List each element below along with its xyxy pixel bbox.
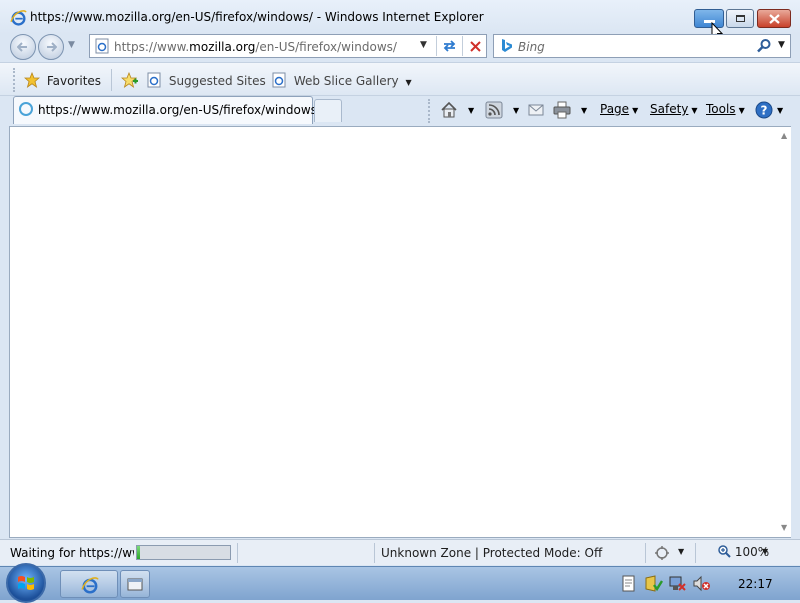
tools-menu-label: Tools xyxy=(706,102,736,116)
safety-menu-label: Safety xyxy=(650,102,689,116)
web-slice-gallery-label: Web Slice Gallery xyxy=(293,74,399,88)
feeds-icon[interactable] xyxy=(485,101,503,119)
ie-icon xyxy=(10,10,27,26)
suggested-sites-label: Suggested Sites xyxy=(168,74,266,88)
volume-muted-icon[interactable] xyxy=(693,575,711,592)
home-icon[interactable] xyxy=(440,101,458,119)
taskbar-ie-button[interactable] xyxy=(60,570,118,598)
search-input[interactable]: Bing xyxy=(518,40,545,54)
chevron-down-icon: ▼ xyxy=(632,106,639,115)
taskbar-window-button[interactable] xyxy=(120,570,150,598)
progress-fill xyxy=(137,546,140,559)
status-bar: Waiting for https://www.mozilla.org/en-U… xyxy=(0,539,800,565)
chevron-down-icon: ▼ xyxy=(691,106,698,115)
status-separator xyxy=(374,543,375,563)
maximize-button[interactable] xyxy=(726,9,754,28)
stop-button[interactable] xyxy=(462,36,486,56)
vertical-scrollbar[interactable]: ▲ ▼ xyxy=(781,127,791,537)
page-content[interactable]: ▲ ▼ xyxy=(9,126,791,538)
chevron-down-icon: ▼ xyxy=(738,106,745,115)
favorites-bar: Favorites Suggested Sites ▼ Web Slice Ga… xyxy=(0,62,800,96)
refresh-button[interactable] xyxy=(436,36,460,56)
new-tab-button[interactable] xyxy=(314,99,342,122)
toolbar-separator xyxy=(111,69,112,91)
popup-dropdown-icon[interactable]: ▼ xyxy=(678,547,684,556)
print-icon[interactable] xyxy=(553,101,571,119)
tab-row: https://www.mozilla.org/en-US/firefox/wi… xyxy=(0,96,800,126)
page-icon xyxy=(272,72,286,88)
forward-arrow-icon xyxy=(47,42,57,52)
tab-label: https://www.mozilla.org/en-US/firefox/wi… xyxy=(38,103,321,117)
feeds-dropdown-icon[interactable]: ▼ xyxy=(510,102,519,122)
document-tray-icon[interactable] xyxy=(622,575,636,592)
page-menu[interactable]: Page ▼ xyxy=(600,102,638,122)
taskbar: 22:17 xyxy=(0,563,800,603)
search-box[interactable]: Bing ▼ xyxy=(493,34,791,58)
search-icon[interactable] xyxy=(756,38,772,54)
page-icon xyxy=(95,38,109,54)
address-dropdown-icon[interactable]: ▼ xyxy=(420,40,427,50)
favorites-label: Favorites xyxy=(46,74,102,88)
address-path: /en-US/firefox/windows/ xyxy=(255,40,397,54)
address-prefix: https://www. xyxy=(114,40,190,54)
recent-pages-dropdown-icon[interactable]: ▼ xyxy=(68,40,75,50)
zoom-icon xyxy=(718,545,731,558)
action-center-icon[interactable] xyxy=(645,575,663,592)
window-title: https://www.mozilla.org/en-US/firefox/wi… xyxy=(30,10,484,24)
scroll-down-icon[interactable]: ▼ xyxy=(781,523,787,532)
home-dropdown-icon[interactable]: ▼ xyxy=(465,102,474,122)
page-icon xyxy=(147,72,161,88)
stop-icon xyxy=(470,41,481,52)
refresh-icon xyxy=(443,40,456,52)
maximize-icon xyxy=(736,15,745,22)
window-icon xyxy=(127,578,143,591)
toolbar-grip xyxy=(428,99,430,123)
suggested-sites-button[interactable]: Suggested Sites ▼ xyxy=(146,72,279,88)
status-separator xyxy=(645,543,646,563)
safety-menu[interactable]: Safety ▼ xyxy=(650,102,698,122)
svg-text:?: ? xyxy=(761,104,768,118)
popup-settings-icon[interactable] xyxy=(655,545,673,561)
network-icon[interactable] xyxy=(669,575,687,592)
title-bar: https://www.mozilla.org/en-US/firefox/wi… xyxy=(0,0,800,41)
favorites-button[interactable]: Favorites xyxy=(23,71,102,88)
tools-menu[interactable]: Tools ▼ xyxy=(706,102,745,122)
address-bar[interactable]: https://www.mozilla.org/en-US/firefox/wi… xyxy=(89,34,487,58)
help-icon[interactable]: ? xyxy=(755,101,773,119)
chevron-down-icon: ▼ xyxy=(405,78,412,87)
help-dropdown-icon[interactable]: ▼ xyxy=(774,102,783,122)
status-text: Waiting for https://www.mozilla.org/en-U… xyxy=(10,546,134,560)
address-domain: mozilla.org xyxy=(189,40,256,54)
start-button[interactable] xyxy=(6,563,46,603)
star-icon xyxy=(23,71,41,88)
add-to-favorites-icon[interactable] xyxy=(121,72,139,88)
address-input[interactable]: https://www.mozilla.org/en-US/firefox/wi… xyxy=(114,40,397,54)
loading-icon xyxy=(19,102,33,116)
read-mail-icon[interactable] xyxy=(527,101,545,119)
back-button[interactable] xyxy=(10,34,36,60)
print-dropdown-icon[interactable]: ▼ xyxy=(578,102,587,122)
back-arrow-icon xyxy=(17,42,27,52)
close-icon xyxy=(769,14,780,24)
bing-icon xyxy=(502,39,512,52)
ie-icon xyxy=(81,577,99,594)
toolbar-grip xyxy=(13,68,15,92)
scroll-up-icon[interactable]: ▲ xyxy=(781,131,787,140)
forward-button[interactable] xyxy=(38,34,64,60)
search-options-dropdown-icon[interactable]: ▼ xyxy=(778,40,785,50)
status-separator xyxy=(695,543,696,563)
tab-active[interactable]: https://www.mozilla.org/en-US/firefox/wi… xyxy=(13,96,321,124)
windows-logo-icon xyxy=(18,576,34,590)
close-button[interactable] xyxy=(757,9,791,28)
status-separator xyxy=(237,543,238,563)
security-zone[interactable]: Unknown Zone | Protected Mode: Off xyxy=(381,546,602,560)
web-slice-gallery-button[interactable]: Web Slice Gallery ▼ xyxy=(271,72,412,88)
clock[interactable]: 22:17 xyxy=(738,577,773,591)
progress-bar xyxy=(136,545,231,560)
page-menu-label: Page xyxy=(600,102,630,116)
zoom-dropdown-icon[interactable]: ▼ xyxy=(762,547,768,556)
